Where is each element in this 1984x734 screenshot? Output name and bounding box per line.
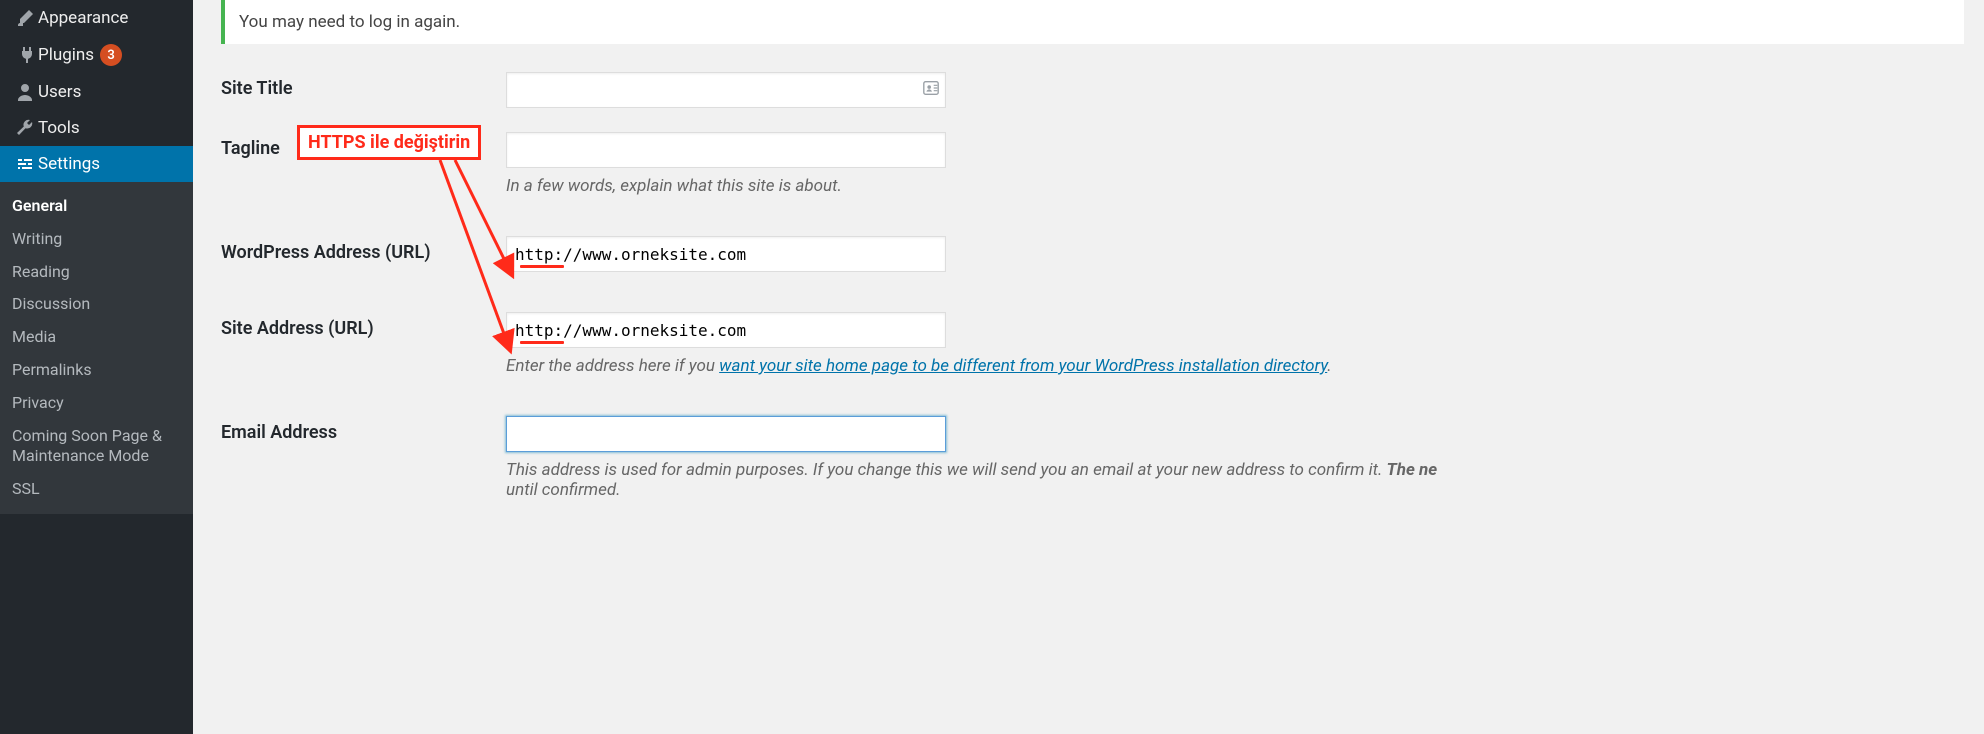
login-again-notice: You may need to log in again. xyxy=(221,0,1964,44)
plugins-update-badge: 3 xyxy=(100,44,122,66)
user-icon xyxy=(12,82,38,102)
row-site-url: Site Address (URL) Enter the address her… xyxy=(221,312,1964,376)
site-url-input[interactable] xyxy=(506,312,946,348)
sidebar-item-tools[interactable]: Tools xyxy=(0,110,193,146)
sidebar-item-users[interactable]: Users xyxy=(0,74,193,110)
submenu-item-discussion[interactable]: Discussion xyxy=(0,288,193,321)
submenu-item-media[interactable]: Media xyxy=(0,321,193,354)
sidebar-item-label: Appearance xyxy=(38,8,128,28)
admin-sidebar: Appearance Plugins 3 Users Tools Setting… xyxy=(0,0,193,734)
submenu-item-permalinks[interactable]: Permalinks xyxy=(0,354,193,387)
submenu-item-general[interactable]: General xyxy=(0,190,193,223)
site-url-description: Enter the address here if you want your … xyxy=(506,356,1964,376)
label-site-title: Site Title xyxy=(221,72,506,99)
sliders-icon xyxy=(12,154,38,174)
sidebar-item-appearance[interactable]: Appearance xyxy=(0,0,193,36)
row-tagline: Tagline In a few words, explain what thi… xyxy=(221,132,1964,196)
email-description: This address is used for admin purposes.… xyxy=(506,460,1964,500)
sidebar-item-label: Users xyxy=(38,82,81,102)
sidebar-item-label: Plugins xyxy=(38,45,94,65)
autofill-contact-icon xyxy=(922,79,940,101)
tagline-description: In a few words, explain what this site i… xyxy=(506,176,1964,196)
https-callout-annotation: HTTPS ile değiştirin xyxy=(297,125,481,160)
settings-submenu: General Writing Reading Discussion Media… xyxy=(0,182,193,514)
row-email: Email Address This address is used for a… xyxy=(221,416,1964,500)
sidebar-item-settings[interactable]: Settings xyxy=(0,146,193,182)
label-wp-url: WordPress Address (URL) xyxy=(221,236,506,263)
submenu-item-coming-soon[interactable]: Coming Soon Page & Maintenance Mode xyxy=(0,420,193,474)
sidebar-item-plugins[interactable]: Plugins 3 xyxy=(0,36,193,74)
site-title-input[interactable] xyxy=(506,72,946,108)
label-email: Email Address xyxy=(221,416,506,443)
wrench-icon xyxy=(12,118,38,138)
email-input[interactable] xyxy=(506,416,946,452)
main-content: You may need to log in again. Site Title… xyxy=(193,0,1984,524)
tagline-input[interactable] xyxy=(506,132,946,168)
site-url-help-link[interactable]: want your site home page to be different… xyxy=(719,356,1327,376)
label-site-url: Site Address (URL) xyxy=(221,312,506,339)
brush-icon xyxy=(12,8,38,28)
submenu-item-reading[interactable]: Reading xyxy=(0,256,193,289)
submenu-item-privacy[interactable]: Privacy xyxy=(0,387,193,420)
sidebar-item-label: Tools xyxy=(38,118,80,138)
row-site-title: Site Title xyxy=(221,72,1964,108)
submenu-item-writing[interactable]: Writing xyxy=(0,223,193,256)
row-wp-url: WordPress Address (URL) xyxy=(221,236,1964,272)
http-underline-annotation xyxy=(520,265,564,268)
plugin-icon xyxy=(12,45,38,65)
submenu-item-ssl[interactable]: SSL xyxy=(0,473,193,506)
sidebar-item-label: Settings xyxy=(38,154,100,174)
wp-url-input[interactable] xyxy=(506,236,946,272)
http-underline-annotation xyxy=(520,341,564,344)
